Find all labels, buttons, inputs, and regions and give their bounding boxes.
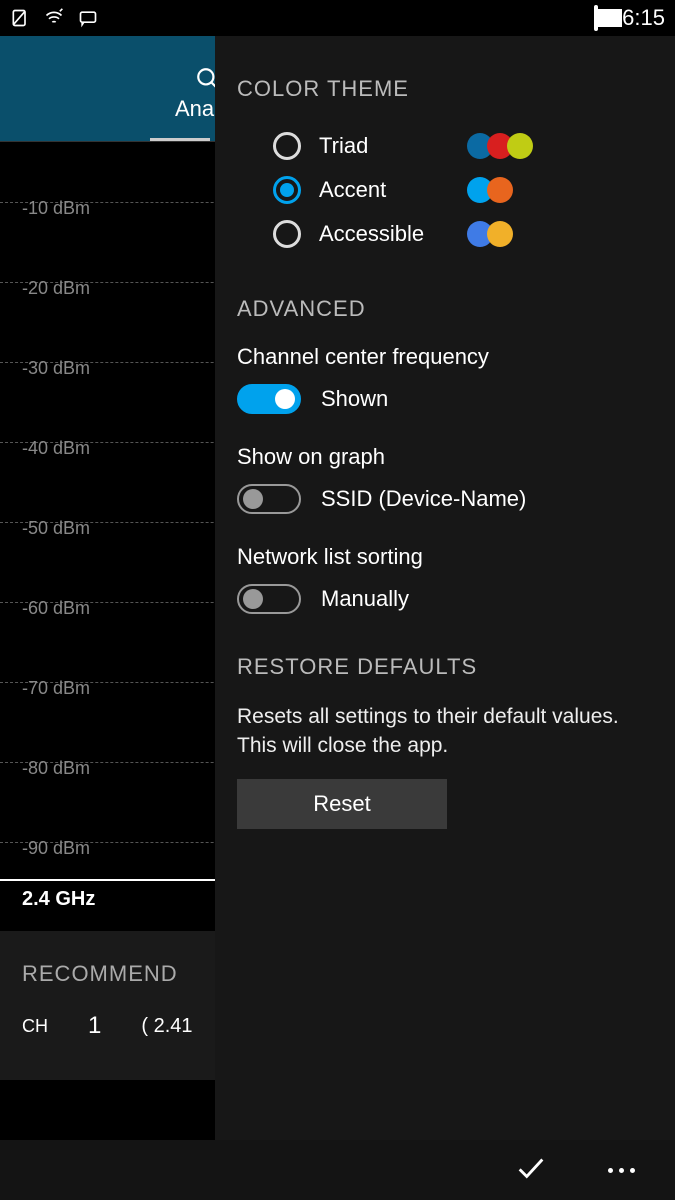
show-graph-toggle[interactable] — [237, 484, 301, 514]
battery-icon — [594, 7, 598, 30]
settings-panel: COLOR THEME Triad Accent Accessible ADVA… — [215, 36, 675, 1140]
theme-option-accessible[interactable]: Accessible — [237, 212, 653, 256]
grid-label: -70 dBm — [22, 678, 90, 699]
band-label: 2.4 GHz — [22, 888, 95, 911]
recommend-ch-value: 1 — [88, 1012, 101, 1040]
swatches — [467, 133, 533, 159]
grid-label: -80 dBm — [22, 758, 90, 779]
swatches — [467, 177, 513, 203]
theme-label: Triad — [319, 133, 449, 159]
message-icon — [78, 8, 98, 28]
more-button[interactable] — [608, 1168, 635, 1173]
radio-icon — [273, 176, 301, 204]
sim-icon — [10, 8, 30, 28]
status-bar: 06:15 — [0, 0, 675, 36]
show-graph-label: Show on graph — [237, 444, 653, 470]
radio-icon — [273, 220, 301, 248]
restore-heading: RESTORE DEFAULTS — [237, 654, 653, 680]
grid-label: -50 dBm — [22, 518, 90, 539]
theme-option-accent[interactable]: Accent — [237, 168, 653, 212]
recommend-ch-label: CH — [22, 1016, 48, 1037]
freq-label: Channel center frequency — [237, 344, 653, 370]
radio-icon — [273, 132, 301, 160]
tab-analyze[interactable]: Ana — [175, 96, 214, 122]
grid-label: -10 dBm — [22, 198, 90, 219]
wifi-icon — [44, 8, 64, 28]
theme-label: Accessible — [319, 221, 449, 247]
show-graph-value: SSID (Device-Name) — [321, 486, 526, 512]
reset-button[interactable]: Reset — [237, 779, 447, 829]
sort-value: Manually — [321, 586, 409, 612]
advanced-heading: ADVANCED — [237, 296, 653, 322]
freq-toggle[interactable] — [237, 384, 301, 414]
grid-label: -90 dBm — [22, 838, 90, 859]
grid-label: -20 dBm — [22, 278, 90, 299]
sort-label: Network list sorting — [237, 544, 653, 570]
bottom-app-bar — [0, 1140, 675, 1200]
grid-label: -60 dBm — [22, 598, 90, 619]
freq-value: Shown — [321, 386, 388, 412]
color-theme-heading: COLOR THEME — [237, 76, 653, 102]
confirm-button[interactable] — [514, 1151, 548, 1190]
theme-label: Accent — [319, 177, 449, 203]
grid-label: -30 dBm — [22, 358, 90, 379]
theme-option-triad[interactable]: Triad — [237, 124, 653, 168]
restore-desc: Resets all settings to their default val… — [237, 702, 653, 761]
swatches — [467, 221, 513, 247]
sort-toggle[interactable] — [237, 584, 301, 614]
grid-label: -40 dBm — [22, 438, 90, 459]
recommend-freq: ( 2.41 — [141, 1015, 192, 1038]
